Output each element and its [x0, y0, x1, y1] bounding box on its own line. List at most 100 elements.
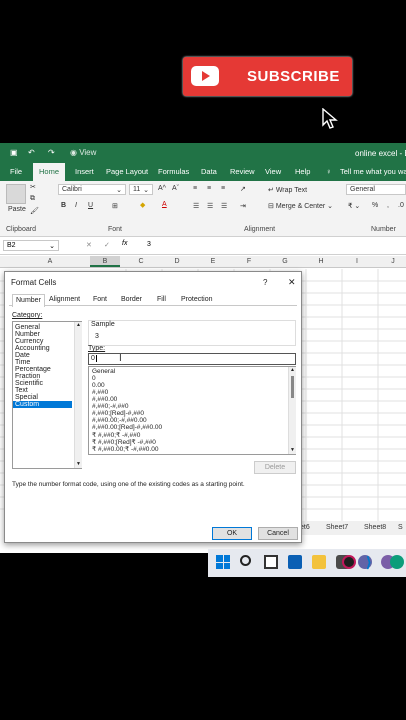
list-item[interactable]: #,##0.00 — [92, 396, 117, 403]
column-header-selected[interactable]: B — [90, 256, 120, 267]
increase-font-icon[interactable]: A^ — [158, 185, 166, 192]
tab-formulas[interactable]: Formulas — [158, 167, 189, 176]
decrease-font-icon[interactable]: Aˇ — [172, 185, 179, 192]
format-painter-icon[interactable]: 🖌 — [30, 207, 39, 215]
redo-icon[interactable]: ↷ — [48, 148, 55, 157]
list-item[interactable]: Scientific — [15, 380, 43, 387]
underline-button[interactable]: U — [88, 202, 93, 209]
borders-icon[interactable]: ⊞ — [112, 202, 118, 210]
align-bottom-icon[interactable]: ≡ — [221, 185, 225, 192]
format-code-list[interactable]: General 0 0.00 #,##0 #,##0.00 #,##0;-#,#… — [88, 366, 296, 455]
italic-button[interactable]: I — [75, 202, 77, 209]
undo-icon[interactable]: ↶ — [28, 148, 35, 157]
list-item[interactable]: Special — [15, 394, 38, 401]
list-item[interactable]: 0.00 — [92, 382, 105, 389]
windows-start-icon[interactable] — [216, 555, 230, 569]
list-item[interactable]: Percentage — [15, 366, 51, 373]
column-header[interactable]: J — [378, 258, 406, 265]
tab-font[interactable]: Font — [93, 296, 107, 303]
widgets-icon[interactable] — [288, 555, 302, 569]
accounting-format-icon[interactable]: ₹ ⌄ — [348, 202, 360, 210]
indent-icon[interactable]: ⇥ — [240, 202, 246, 210]
column-header[interactable]: D — [162, 258, 192, 265]
tab-fill[interactable]: Fill — [157, 296, 166, 303]
bold-button[interactable]: B — [61, 202, 66, 209]
align-left-icon[interactable]: ☰ — [193, 202, 199, 210]
list-item[interactable]: 0 — [92, 375, 96, 382]
tab-page-layout[interactable]: Page Layout — [106, 167, 148, 176]
list-item[interactable]: General — [15, 324, 40, 331]
scroll-thumb[interactable] — [291, 376, 294, 398]
fill-color-icon[interactable]: ◆ — [140, 201, 145, 209]
file-explorer-icon[interactable] — [312, 555, 326, 569]
tab-insert[interactable]: Insert — [75, 167, 94, 176]
column-header[interactable]: F — [234, 258, 264, 265]
format-list-scrollbar[interactable]: ▲ ▼ — [288, 367, 296, 454]
media-player-icon[interactable] — [342, 555, 356, 569]
comma-style-icon[interactable]: , — [387, 202, 389, 209]
ok-button[interactable]: OK — [212, 527, 252, 540]
category-list[interactable]: General Number Currency Accounting Date … — [12, 321, 82, 469]
align-middle-icon[interactable]: ≡ — [207, 185, 211, 192]
list-item-selected[interactable]: Custom — [13, 401, 72, 408]
paste-icon[interactable] — [6, 184, 26, 204]
column-header[interactable]: H — [306, 258, 336, 265]
search-icon[interactable] — [240, 555, 251, 566]
scroll-up-icon[interactable]: ▲ — [76, 322, 81, 328]
percent-icon[interactable]: % — [372, 202, 378, 209]
list-item[interactable]: #,##0.00;[Red]-#,##0.00 — [92, 424, 162, 431]
list-item[interactable]: Time — [15, 359, 30, 366]
list-item[interactable]: Number — [15, 331, 40, 338]
view-toggle[interactable]: ◉ View — [70, 148, 96, 157]
help-icon[interactable]: ? — [263, 278, 267, 287]
delete-button[interactable]: Delete — [254, 461, 296, 474]
column-header[interactable]: C — [126, 258, 156, 265]
font-name-select[interactable]: Calibri ⌄ — [58, 184, 126, 195]
task-view-icon[interactable] — [264, 555, 278, 569]
align-center-icon[interactable]: ☰ — [207, 202, 213, 210]
column-header[interactable]: E — [198, 258, 228, 265]
font-size-select[interactable]: 11 ⌄ — [129, 184, 153, 195]
scroll-down-icon[interactable]: ▼ — [76, 461, 81, 467]
increase-decimal-icon[interactable]: .0 — [398, 202, 404, 209]
column-header[interactable]: I — [342, 258, 372, 265]
name-box[interactable]: B2 ⌄ — [3, 240, 59, 251]
sheet-tab[interactable]: Sheet8 — [364, 524, 386, 531]
close-icon[interactable]: ✕ — [288, 277, 296, 288]
scroll-down-icon[interactable]: ▼ — [290, 447, 295, 453]
copy-icon[interactable]: ⧉ — [30, 195, 35, 203]
align-right-icon[interactable]: ☰ — [221, 202, 227, 210]
vscode-icon[interactable]: ⟩ — [366, 555, 380, 569]
sheet-tab[interactable]: S — [398, 524, 403, 531]
tab-protection[interactable]: Protection — [181, 296, 213, 303]
align-top-icon[interactable]: ≡ — [193, 185, 197, 192]
list-item[interactable]: Currency — [15, 338, 43, 345]
number-format-select[interactable]: General — [346, 184, 406, 195]
tab-number[interactable]: Number — [12, 294, 45, 307]
tab-border[interactable]: Border — [121, 296, 142, 303]
wrap-text-button[interactable]: ↵ Wrap Text — [268, 186, 307, 194]
list-item[interactable]: #,##0.00;-#,##0.00 — [92, 417, 147, 424]
list-item[interactable]: #,##0 — [92, 389, 108, 396]
column-header[interactable]: G — [270, 258, 300, 265]
tab-data[interactable]: Data — [201, 167, 217, 176]
scroll-up-icon[interactable]: ▲ — [290, 367, 295, 373]
insert-function-icon[interactable]: fx — [122, 240, 127, 247]
tab-alignment[interactable]: Alignment — [49, 296, 80, 303]
category-scrollbar[interactable]: ▲ ▼ — [74, 322, 82, 468]
tab-view[interactable]: View — [265, 167, 281, 176]
font-color-icon[interactable]: A — [162, 201, 167, 208]
cancel-entry-icon[interactable]: ✕ — [86, 241, 92, 249]
orientation-icon[interactable]: ↗ — [240, 185, 246, 193]
sheet-tab[interactable]: Sheet7 — [326, 524, 348, 531]
list-item[interactable]: Fraction — [15, 373, 40, 380]
subscribe-button[interactable]: SUBSCRIBE — [183, 57, 352, 96]
enter-entry-icon[interactable]: ✓ — [104, 241, 110, 249]
paste-label[interactable]: Paste — [8, 206, 26, 213]
list-item[interactable]: ₹ #,##0.00;₹ -#,##0.00 — [92, 445, 158, 453]
list-item[interactable]: General — [92, 368, 115, 375]
list-item[interactable]: Accounting — [15, 345, 50, 352]
list-item[interactable]: Date — [15, 352, 30, 359]
list-item[interactable]: Text — [15, 387, 28, 394]
list-item[interactable]: #,##0;[Red]-#,##0 — [92, 410, 144, 417]
